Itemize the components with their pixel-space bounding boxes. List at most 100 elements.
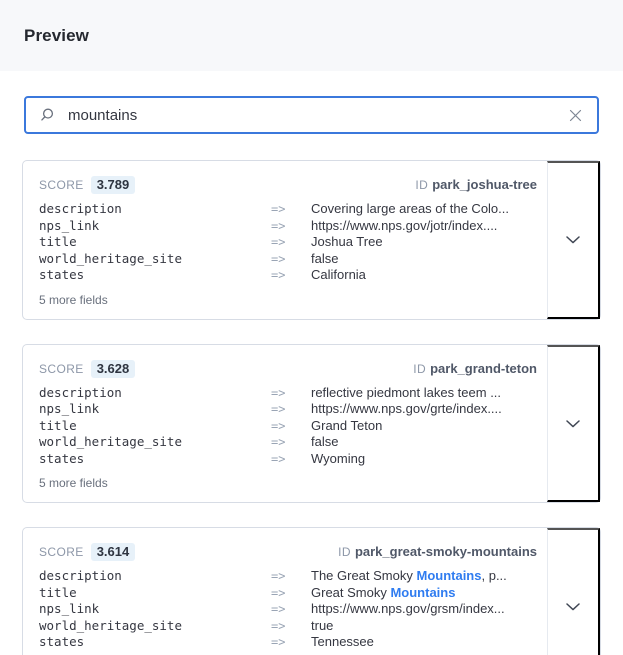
field-row: title=>Grand Teton <box>39 418 537 435</box>
field-arrow: => <box>271 418 311 435</box>
field-value: https://www.nps.gov/grte/index.... <box>311 401 537 418</box>
field-key: description <box>39 385 271 402</box>
field-rows: description=>reflective piedmont lakes t… <box>39 385 537 468</box>
chevron-down-icon <box>566 416 580 431</box>
field-row: states=>Wyoming <box>39 451 537 468</box>
id-group: ID park_great-smoky-mountains <box>338 543 537 561</box>
field-row: world_heritage_site=>false <box>39 251 537 268</box>
field-arrow: => <box>271 568 311 585</box>
field-arrow: => <box>271 451 311 468</box>
score-value: 3.614 <box>91 543 136 561</box>
id-group: ID park_grand-teton <box>413 360 537 378</box>
field-key: states <box>39 634 271 651</box>
score-group: SCORE 3.614 <box>39 543 135 561</box>
field-rows: description=>The Great Smoky Mountains, … <box>39 568 537 651</box>
field-arrow: => <box>271 401 311 418</box>
field-value: Great Smoky Mountains <box>311 585 537 602</box>
field-value: false <box>311 434 537 451</box>
result-card: SCORE3.614 IDpark_great-smoky-mountains … <box>22 527 601 655</box>
field-value: Tennessee <box>311 634 537 651</box>
result-card-content: SCORE 3.789 ID park_joshua-tree descriptio… <box>23 161 547 319</box>
result-card-content: SCORE 3.628 ID park_grand-teton descriptio… <box>23 345 547 503</box>
more-fields-text: 5 more fields <box>39 293 537 307</box>
field-key: nps_link <box>39 601 271 618</box>
score-value: 3.789 <box>91 176 136 194</box>
field-row: nps_link=>https://www.nps.gov/grte/index… <box>39 401 537 418</box>
id-value: park_joshua-tree <box>432 177 537 192</box>
field-value: Joshua Tree <box>311 234 537 251</box>
expand-result-button[interactable] <box>547 161 600 319</box>
field-arrow: => <box>271 585 311 602</box>
field-value: https://www.nps.gov/jotr/index.... <box>311 218 537 235</box>
field-arrow: => <box>271 201 311 218</box>
result-card-header: SCORE 3.614 ID park_great-smoky-mountains <box>39 543 537 561</box>
id-value: park_grand-teton <box>430 361 537 376</box>
field-arrow: => <box>271 251 311 268</box>
field-value: true <box>311 618 537 635</box>
field-value: false <box>311 251 537 268</box>
field-key: title <box>39 418 271 435</box>
id-label: ID <box>338 545 351 559</box>
score-group: SCORE 3.628 <box>39 360 135 378</box>
search-input[interactable] <box>68 107 567 124</box>
field-arrow: => <box>271 234 311 251</box>
field-rows: description=>Covering large areas of the… <box>39 201 537 284</box>
field-key: description <box>39 201 271 218</box>
close-icon <box>569 109 582 122</box>
field-key: title <box>39 585 271 602</box>
expand-result-button[interactable] <box>547 345 600 503</box>
field-row: description=>The Great Smoky Mountains, … <box>39 568 537 585</box>
score-label: SCORE <box>39 545 84 559</box>
field-row: world_heritage_site=>true <box>39 618 537 635</box>
id-label: ID <box>415 178 428 192</box>
field-key: nps_link <box>39 218 271 235</box>
field-value: Wyoming <box>311 451 537 468</box>
field-value: reflective piedmont lakes teem ... <box>311 385 537 402</box>
field-key: world_heritage_site <box>39 434 271 451</box>
id-label: ID <box>413 362 426 376</box>
field-arrow: => <box>271 618 311 635</box>
more-fields-text: 5 more fields <box>39 476 537 490</box>
field-value: Grand Teton <box>311 418 537 435</box>
chevron-down-icon <box>566 599 580 614</box>
field-row: nps_link=>https://www.nps.gov/jotr/index… <box>39 218 537 235</box>
field-row: world_heritage_site=>false <box>39 434 537 451</box>
page-title: Preview <box>24 26 89 46</box>
results-list: SCORE 3.789 ID park_joshua-tree descriptio… <box>0 134 623 655</box>
id-group: ID park_joshua-tree <box>415 176 537 194</box>
result-card-content: SCORE3.614 IDpark_great-smoky-mountains … <box>23 528 547 655</box>
field-arrow: => <box>271 634 311 651</box>
field-value: Covering large areas of the Colo... <box>311 201 537 218</box>
field-arrow: => <box>271 218 311 235</box>
field-key: states <box>39 267 271 284</box>
preview-header: Preview <box>0 0 623 71</box>
expand-result-button[interactable] <box>547 528 600 655</box>
score-label: SCORE <box>39 362 84 376</box>
field-value: https://www.nps.gov/grsm/index... <box>311 601 537 618</box>
score-label: SCORE <box>39 178 84 192</box>
field-arrow: => <box>271 601 311 618</box>
result-card: SCORE 3.789 ID park_joshua-tree descriptio… <box>22 160 601 320</box>
field-row: states=>Tennessee <box>39 634 537 651</box>
field-key: world_heritage_site <box>39 618 271 635</box>
search-icon <box>40 107 56 123</box>
field-row: nps_link=>https://www.nps.gov/grsm/index… <box>39 601 537 618</box>
field-row: description=>Covering large areas of the… <box>39 201 537 218</box>
field-key: title <box>39 234 271 251</box>
result-card-header: SCORE 3.789 ID park_joshua-tree <box>39 176 537 194</box>
field-row: title=>Great Smoky Mountains <box>39 585 537 602</box>
result-card: SCORE 3.628 ID park_grand-teton descriptio… <box>22 344 601 504</box>
field-key: nps_link <box>39 401 271 418</box>
field-key: description <box>39 568 271 585</box>
field-row: title=>Joshua Tree <box>39 234 537 251</box>
id-value: park_great-smoky-mountains <box>355 544 537 559</box>
field-value: California <box>311 267 537 284</box>
field-arrow: => <box>271 267 311 284</box>
field-key: states <box>39 451 271 468</box>
search-box <box>24 96 599 134</box>
field-row: states=>California <box>39 267 537 284</box>
clear-search-button[interactable] <box>567 107 584 124</box>
field-value: The Great Smoky Mountains, p... <box>311 568 537 585</box>
score-value: 3.628 <box>91 360 136 378</box>
score-group: SCORE 3.789 <box>39 176 135 194</box>
